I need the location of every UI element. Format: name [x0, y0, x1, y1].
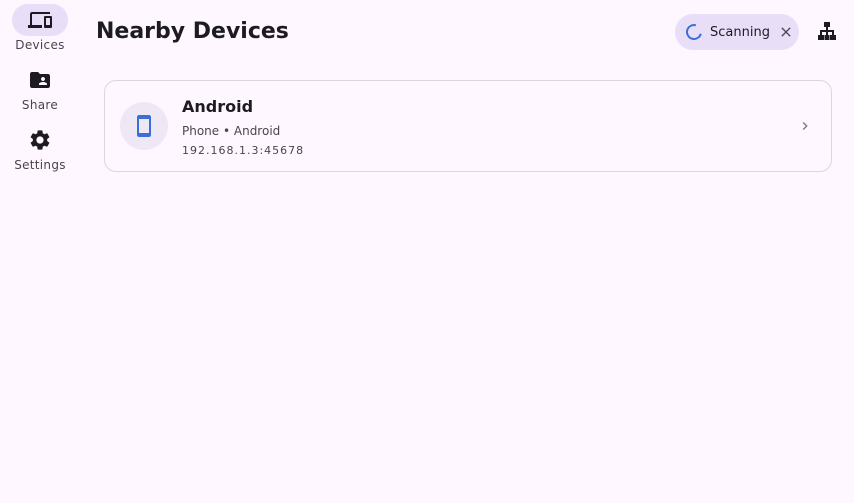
- scanning-chip[interactable]: Scanning: [675, 14, 799, 50]
- app-window: Devices Share Settings Nearby Devices Sc…: [0, 0, 854, 503]
- nav-item-settings[interactable]: Settings: [0, 124, 80, 184]
- nav-label-devices: Devices: [15, 38, 65, 52]
- device-address: 192.168.1.3:45678: [182, 144, 305, 157]
- nav-label-share: Share: [21, 98, 59, 112]
- device-avatar: [120, 102, 168, 150]
- device-card[interactable]: Android Phone • Android 192.168.1.3:4567…: [104, 80, 832, 172]
- nav-item-devices[interactable]: Devices: [0, 4, 80, 64]
- progress-spinner-icon: [683, 21, 705, 43]
- scanning-label: Scanning: [710, 24, 770, 40]
- close-icon: [781, 27, 791, 37]
- nav-indicator: [12, 4, 68, 36]
- device-name: Android: [182, 97, 254, 116]
- devices-icon: [28, 12, 52, 28]
- nav-label-settings: Settings: [14, 158, 66, 172]
- gear-icon: [30, 130, 50, 150]
- chevron-right-icon: [797, 118, 813, 134]
- network-icon: [818, 22, 836, 40]
- nav-item-share[interactable]: Share: [0, 64, 80, 124]
- network-button[interactable]: [811, 16, 843, 48]
- device-type: Phone • Android: [182, 124, 281, 138]
- folder-shared-icon: [30, 72, 50, 88]
- page-title: Nearby Devices: [96, 19, 289, 44]
- navigation-rail: Devices Share Settings: [0, 0, 80, 503]
- stop-scan-button[interactable]: [778, 24, 794, 40]
- smartphone-icon: [137, 115, 151, 137]
